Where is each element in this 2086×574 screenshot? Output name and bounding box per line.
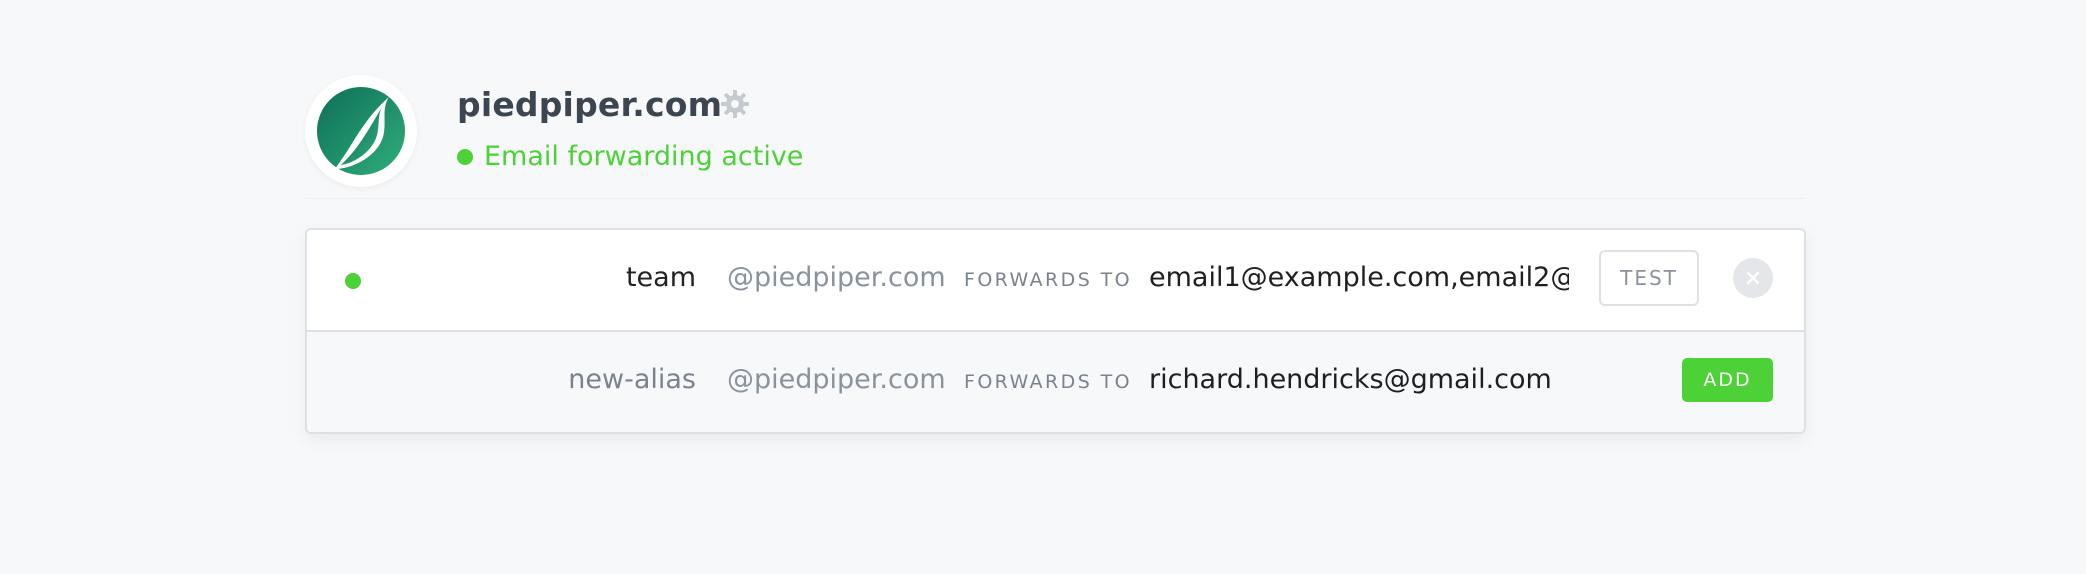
new-alias-input[interactable]: new-alias [568, 364, 696, 395]
domain-header: piedpiper.com Email forwarding active [305, 75, 1805, 195]
gear-icon[interactable] [720, 89, 750, 123]
alias-table: team @piedpiper.com FORWARDS TO email1@e… [305, 228, 1806, 434]
close-icon [1746, 271, 1760, 285]
delete-alias-button[interactable] [1733, 258, 1773, 298]
active-status-dot [345, 273, 361, 289]
alias-domain: @piedpiper.com [727, 262, 946, 293]
alias-name: team [625, 262, 696, 293]
new-alias-row: new-alias @piedpiper.com FORWARDS TO ric… [307, 332, 1804, 432]
status-text: Email forwarding active [484, 141, 804, 172]
header-divider [305, 198, 1805, 199]
test-button[interactable]: TEST [1599, 250, 1699, 306]
table-row: team @piedpiper.com FORWARDS TO email1@e… [307, 230, 1804, 332]
destination-input[interactable]: richard.hendricks@gmail.com [1149, 364, 1669, 395]
forwarding-status: Email forwarding active [457, 141, 803, 172]
forwards-to-label: FORWARDS TO [964, 269, 1132, 291]
add-button[interactable]: ADD [1682, 358, 1773, 402]
piedpiper-logo-icon [317, 87, 405, 175]
forwards-to-label: FORWARDS TO [964, 371, 1132, 393]
alias-domain: @piedpiper.com [727, 364, 946, 395]
domain-title: piedpiper.com [457, 85, 723, 124]
status-dot [457, 148, 473, 165]
destination-emails: email1@example.com,email2@ex [1149, 262, 1569, 293]
domain-logo [305, 75, 417, 187]
